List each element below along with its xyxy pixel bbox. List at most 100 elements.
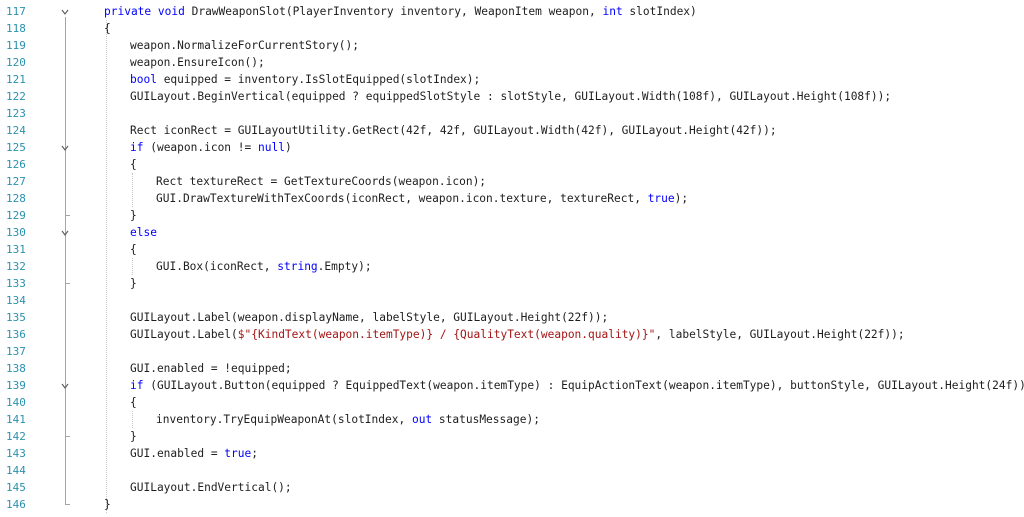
- line-number: 117: [6, 5, 26, 18]
- code-text: GUILayout.EndVertical();: [130, 479, 292, 496]
- code-line[interactable]: 121 bool equipped = inventory.IsSlotEquip…: [0, 71, 1024, 88]
- code-text: else: [130, 224, 157, 241]
- code-token: GUILayout.Label(: [130, 328, 238, 341]
- code-token: );: [674, 192, 689, 205]
- code-line[interactable]: 132 GUI.Box(iconRect, string.Empty);: [0, 258, 1024, 275]
- code-line[interactable]: 126 {: [0, 156, 1024, 173]
- fold-toggle-icon[interactable]: [60, 3, 70, 20]
- code-line[interactable]: 129}: [0, 207, 1024, 224]
- code-text: {: [130, 156, 137, 173]
- code-text: {: [104, 20, 111, 37]
- code-text: {: [130, 394, 137, 411]
- code-text: GUI.DrawTextureWithTexCoords(iconRect, w…: [156, 190, 688, 207]
- line-number: 133: [6, 277, 26, 290]
- line-number: 139: [6, 379, 26, 392]
- code-line[interactable]: 118 {: [0, 20, 1024, 37]
- code-token: equipped = inventory.IsSlotEquipped(slot…: [156, 73, 481, 86]
- code-token: weapon.EnsureIcon();: [130, 56, 265, 69]
- code-line[interactable]: 142}: [0, 428, 1024, 445]
- code-line[interactable]: 138 GUI.enabled = !equipped;: [0, 360, 1024, 377]
- fold-toggle-icon[interactable]: [60, 224, 70, 241]
- line-number: 128: [6, 192, 26, 205]
- code-token: GUI.enabled = !equipped;: [130, 362, 292, 375]
- code-text: weapon.NormalizeForCurrentStory();: [130, 37, 359, 54]
- code-token: (GUILayout.Button(equipped ? EquippedTex…: [143, 379, 1024, 392]
- code-line[interactable]: 137: [0, 343, 1024, 360]
- line-number: 118: [6, 22, 26, 35]
- fold-toggle-icon[interactable]: [60, 139, 70, 156]
- code-text: if (weapon.icon != null): [130, 139, 292, 156]
- code-line[interactable]: 131 {: [0, 241, 1024, 258]
- code-token: GUI.Box(iconRect,: [156, 260, 278, 273]
- keyword-token: null: [258, 141, 285, 154]
- line-number: 124: [6, 124, 26, 137]
- code-line[interactable]: 133}: [0, 275, 1024, 292]
- keyword-token: void: [157, 5, 185, 18]
- line-number: 143: [6, 447, 26, 460]
- code-line[interactable]: 120 weapon.EnsureIcon();: [0, 54, 1024, 71]
- code-text: Rect textureRect = GetTextureCoords(weap…: [156, 173, 486, 190]
- code-line[interactable]: 139 if (GUILayout.Button(equipped ? Equip…: [0, 377, 1024, 394]
- code-text: GUILayout.BeginVertical(equipped ? equip…: [130, 88, 891, 105]
- code-line[interactable]: 124 Rect iconRect = GUILayoutUtility.GetR…: [0, 122, 1024, 139]
- code-line[interactable]: 122 GUILayout.BeginVertical(equipped ? eq…: [0, 88, 1024, 105]
- keyword-token: private: [104, 5, 152, 18]
- code-line[interactable]: 144: [0, 462, 1024, 479]
- keyword-token: out: [411, 413, 433, 426]
- code-text: }: [130, 428, 137, 445]
- code-line[interactable]: 125 if (weapon.icon != null): [0, 139, 1024, 156]
- code-line[interactable]: 119 weapon.NormalizeForCurrentStory();: [0, 37, 1024, 54]
- code-line[interactable]: 127 Rect textureRect = GetTextureCoords(w…: [0, 173, 1024, 190]
- code-text: GUI.enabled = true;: [130, 445, 258, 462]
- code-line[interactable]: 135 GUILayout.Label(weapon.displayName, l…: [0, 309, 1024, 326]
- code-editor[interactable]: 117 private void DrawWeaponSlot(PlayerInv…: [0, 0, 1024, 517]
- code-token: GUILayout.EndVertical();: [130, 481, 292, 494]
- code-text: }: [104, 496, 111, 513]
- code-line[interactable]: 136 GUILayout.Label($"{KindText(weapon.it…: [0, 326, 1024, 343]
- line-number: 140: [6, 396, 26, 409]
- code-token: DrawWeaponSlot(PlayerInventory inventory…: [184, 5, 603, 18]
- code-text: }: [130, 275, 137, 292]
- keyword-token: true: [224, 447, 252, 460]
- string-token: $"{KindText(weapon.itemType)} / {Quality…: [237, 328, 656, 341]
- code-token: }: [130, 430, 137, 443]
- code-line[interactable]: 140 {: [0, 394, 1024, 411]
- line-number: 127: [6, 175, 26, 188]
- code-line[interactable]: 128 GUI.DrawTextureWithTexCoords(iconRect…: [0, 190, 1024, 207]
- code-line[interactable]: 143 GUI.enabled = true;: [0, 445, 1024, 462]
- code-text: {: [130, 241, 137, 258]
- code-text: if (GUILayout.Button(equipped ? Equipped…: [130, 377, 1024, 394]
- code-token: slotIndex): [622, 5, 697, 18]
- code-text: Rect iconRect = GUILayoutUtility.GetRect…: [130, 122, 777, 139]
- code-token: }: [130, 277, 137, 290]
- keyword-token: bool: [130, 73, 157, 86]
- code-text: GUILayout.Label($"{KindText(weapon.itemT…: [130, 326, 905, 343]
- code-text: private void DrawWeaponSlot(PlayerInvent…: [104, 3, 697, 20]
- line-number: 146: [6, 498, 26, 511]
- code-line[interactable]: 134: [0, 292, 1024, 309]
- line-number: 141: [6, 413, 26, 426]
- code-line[interactable]: 146}: [0, 496, 1024, 513]
- line-number: 137: [6, 345, 26, 358]
- code-text: weapon.EnsureIcon();: [130, 54, 265, 71]
- code-token: inventory.TryEquipWeaponAt(slotIndex,: [156, 413, 412, 426]
- line-number: 120: [6, 56, 26, 69]
- code-token: , labelStyle, GUILayout.Height(22f));: [655, 328, 905, 341]
- code-token: GUI.DrawTextureWithTexCoords(iconRect, w…: [156, 192, 648, 205]
- line-number: 122: [6, 90, 26, 103]
- code-token: {: [104, 22, 111, 35]
- keyword-token: else: [130, 226, 157, 239]
- keyword-token: if: [130, 379, 144, 392]
- code-line[interactable]: 123: [0, 105, 1024, 122]
- code-line[interactable]: 130 else: [0, 224, 1024, 241]
- code-text: }: [130, 207, 137, 224]
- code-line[interactable]: 145 GUILayout.EndVertical();: [0, 479, 1024, 496]
- code-line[interactable]: 141 inventory.TryEquipWeaponAt(slotIndex,…: [0, 411, 1024, 428]
- line-number: 130: [6, 226, 26, 239]
- fold-toggle-icon[interactable]: [60, 377, 70, 394]
- line-number: 121: [6, 73, 26, 86]
- line-number: 136: [6, 328, 26, 341]
- line-number: 132: [6, 260, 26, 273]
- line-number: 123: [6, 107, 26, 120]
- code-line[interactable]: 117 private void DrawWeaponSlot(PlayerInv…: [0, 3, 1024, 20]
